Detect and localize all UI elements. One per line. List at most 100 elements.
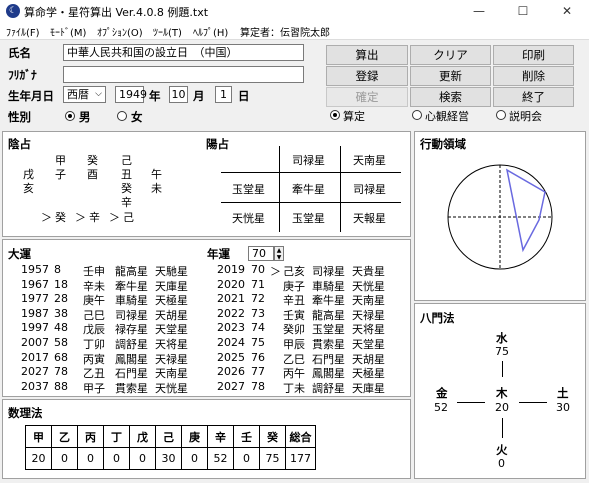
- taiun-row: 2017 68 丙寅 鳳閣星 天禄星: [21, 350, 221, 366]
- suri-value-cell: 0: [181, 447, 208, 470]
- suri-header-cell: 癸: [259, 425, 286, 448]
- suri-header-cell: 乙: [51, 425, 78, 448]
- taiun-row: 1967 18 辛未 牽牛星 天庫星: [21, 277, 221, 293]
- month-input[interactable]: 10: [169, 86, 188, 103]
- taiun-cell: 2027: [21, 365, 49, 379]
- nenun-row: 2024 75 甲辰 貫索星 天堂星: [217, 336, 412, 351]
- mode-shinkan-radio[interactable]: [412, 110, 422, 120]
- year-input[interactable]: 1949: [115, 86, 147, 103]
- nenun-spinner[interactable]: ▲ ▼: [274, 246, 284, 261]
- taiun-cell: 天南星: [155, 367, 188, 381]
- day-unit: 日: [238, 89, 250, 103]
- taiun-cell: 1977: [21, 292, 49, 306]
- taiun-cell: 28: [54, 292, 68, 306]
- nenun-cell: 75: [251, 336, 265, 349]
- era-select[interactable]: 西暦 ⌵: [63, 86, 106, 103]
- grid-line: [221, 202, 401, 203]
- kana-input[interactable]: [63, 66, 304, 83]
- insen-cell: 癸: [55, 211, 66, 224]
- taiun-cell: 車騎星: [115, 294, 148, 308]
- mode-setsumei-label: 説明会: [509, 110, 542, 123]
- taiun-row: 1957 8 壬申 龍高星 天馳星: [21, 263, 221, 278]
- month-unit: 月: [193, 89, 205, 103]
- day-input[interactable]: 1: [215, 86, 232, 103]
- taiun-cell: 天将星: [155, 338, 188, 351]
- nenun-cell: 龍高星: [312, 308, 345, 322]
- clear-button[interactable]: クリア: [410, 45, 491, 65]
- insen-cell: 亥: [23, 182, 34, 195]
- confirm-button[interactable]: 確定: [326, 87, 408, 107]
- close-button[interactable]: ✕: [545, 0, 589, 22]
- hachimon-south: 火: [496, 443, 508, 457]
- hachimon-east-value: 30: [556, 401, 570, 414]
- hachimon-line: [502, 361, 503, 377]
- menu-mode[interactable]: ﾓｰﾄﾞ(M): [50, 24, 86, 39]
- search-button[interactable]: 検索: [410, 87, 491, 107]
- suri-value-row: 20 0 0 0 0 30 0 52 0 75 177: [25, 447, 316, 470]
- nenun-cell: 辛丑: [283, 294, 305, 308]
- taiun-cell: 貫索星: [115, 381, 148, 395]
- delete-button[interactable]: 削除: [493, 66, 574, 86]
- insen-arrow: ＞: [109, 211, 120, 224]
- insen-arrow: ＞: [41, 211, 52, 224]
- suri-table: 甲乙丙丁戊己庚辛壬癸総合 20 0 0 0 0 30 0 52 0 75 177: [25, 425, 316, 470]
- yosen-cell: 牽牛星: [292, 183, 325, 196]
- print-button[interactable]: 印刷: [493, 45, 574, 65]
- taiun-cell: 調舒星: [115, 338, 148, 351]
- nenun-cell: 71: [251, 277, 265, 291]
- taiun-title: 大運: [8, 247, 31, 261]
- nenun-row: 2022 73 壬寅 龍高星 天禄星: [217, 307, 412, 322]
- taiun-cell: 丁卯: [83, 338, 105, 351]
- nenun-age-input[interactable]: 70: [248, 246, 274, 261]
- update-button[interactable]: 更新: [410, 66, 491, 86]
- menu-option[interactable]: ｵﾌﾟｼｮﾝ(O): [97, 24, 143, 39]
- nenun-cell: 2021: [217, 292, 245, 306]
- suri-title: 数理法: [8, 406, 43, 420]
- yosen-cell: 天南星: [353, 154, 386, 167]
- taiun-panel: 大運 年運 70 ▲ ▼ 1957 8 壬申 龍高星 天馳星 1967 18 辛未 牽牛星 天庫星 1…: [2, 239, 411, 397]
- minimize-button[interactable]: —: [457, 0, 501, 22]
- exit-button[interactable]: 終了: [493, 87, 574, 107]
- taiun-cell: 2017: [21, 350, 49, 364]
- register-button[interactable]: 登録: [326, 66, 408, 86]
- chevron-down-icon: ⌵: [95, 89, 102, 99]
- hachimon-panel: 八門法 水 75 金 52 木 20 土 30 火 0: [414, 303, 586, 479]
- kodo-polygon: [505, 168, 546, 253]
- taiun-cell: 壬申: [83, 265, 105, 278]
- taiun-cell: 天恍星: [155, 381, 188, 395]
- nenun-cell: 2025: [217, 350, 245, 364]
- taiun-cell: 18: [54, 277, 68, 291]
- nenun-cell: 天堂星: [352, 338, 385, 351]
- mode-calc-radio[interactable]: [330, 110, 340, 120]
- yosen-cell: 玉堂星: [232, 183, 265, 196]
- taiun-row: 1987 38 己巳 司禄星 天胡星: [21, 306, 221, 322]
- female-radio[interactable]: [117, 111, 127, 121]
- nenun-cell: 天恍星: [352, 279, 385, 293]
- calc-button[interactable]: 算出: [326, 45, 408, 65]
- male-radio[interactable]: [65, 111, 75, 121]
- nenun-cell: 壬寅: [283, 308, 305, 322]
- maximize-button[interactable]: ☐: [501, 0, 545, 22]
- taiun-cell: 78: [54, 365, 68, 379]
- taiun-cell: 天極星: [155, 294, 188, 308]
- taiun-cell: 天禄星: [155, 352, 188, 366]
- yosen-cell: 司禄星: [353, 183, 386, 196]
- nenun-cell: 庚子: [283, 279, 305, 293]
- menu-tool[interactable]: ﾂｰﾙ(T): [153, 24, 182, 39]
- name-input[interactable]: 中華人民共和国の設立日 （中国）: [63, 44, 304, 61]
- nenun-cell: 鳳閣星: [312, 367, 345, 381]
- menu-help[interactable]: ﾍﾙﾌﾟ(H): [193, 24, 228, 39]
- nenun-cell: 甲辰: [283, 338, 305, 351]
- insen-cell: 未: [151, 182, 162, 195]
- nenun-cell: 司禄星: [312, 265, 345, 278]
- input-panel: 氏名 中華人民共和国の設立日 （中国） ﾌﾘｶﾞﾅ 生年月日 西暦 ⌵ 1949 …: [2, 41, 320, 129]
- taiun-cell: 丙寅: [83, 352, 105, 366]
- mode-setsumei-radio[interactable]: [496, 110, 506, 120]
- nenun-cell: 74: [251, 321, 265, 335]
- suri-header-cell: 丙: [77, 425, 104, 448]
- taiun-cell: 戊辰: [83, 323, 105, 337]
- menu-file[interactable]: ﾌｧｲﾙ(F): [6, 24, 40, 39]
- taiun-cell: 38: [54, 306, 68, 320]
- hachimon-north: 水: [496, 331, 508, 345]
- mode-calc-label: 算定: [343, 110, 365, 123]
